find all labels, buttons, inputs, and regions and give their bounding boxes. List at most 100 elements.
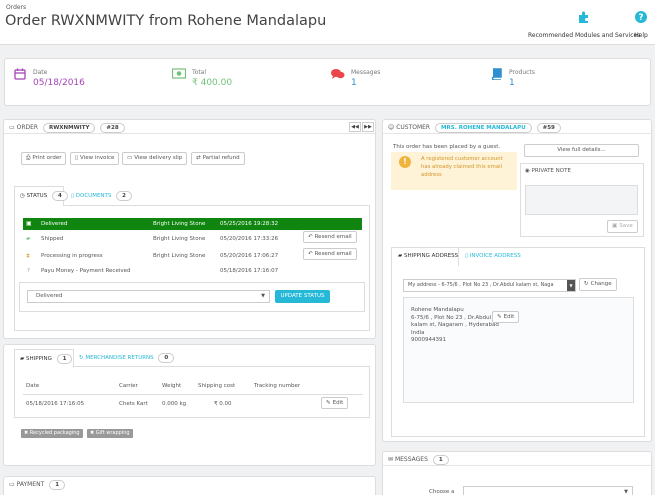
tab-shipping[interactable]: ▰ SHIPPING 1 [14,349,74,367]
tab-status-label: STATUS [26,193,48,199]
resend-email-button[interactable]: ↶ Resend email [303,248,357,260]
kpi-products-value[interactable]: 1 [509,78,515,88]
gift-wrapping-tag: ✖ Gift wrapping [87,429,133,438]
messages-panel-header: ✉ MESSAGES 1 [383,452,651,466]
partial-refund-button[interactable]: ⇄ Partial refund [191,152,245,165]
view-invoice-button[interactable]: ▯ View invoice [70,152,120,165]
kpi-bar: Date 05/18/2016 Total ₹ 400.00 Messages … [4,58,651,106]
file-icon: ▯ [71,193,75,199]
kpi-total-value: ₹ 400.00 [192,78,233,88]
address-line: India [411,329,425,336]
tab-merchandise-returns[interactable]: ↻ MERCHANDISE RETURNS 0 [79,353,175,363]
truck-icon: ▰ [20,356,25,362]
status-name: Payu Money - Payment Received [41,268,131,274]
order-panel-header: ▭ ORDER RWXNMWITY #28 [4,120,375,134]
column-shipping-cost: Shipping cost [198,383,236,389]
next-order-button[interactable]: ▶▶ [362,122,374,132]
page-title: Order RWXNMWITY from Rohene Mandalapu [5,13,327,29]
resend-email-label: Resend email [314,251,352,257]
edit-address-button[interactable]: ✎ Edit [492,311,520,323]
private-note-header: ◉ PRIVATE NOTE [525,168,571,174]
status-select-value: Delivered [36,293,63,299]
view-delivery-slip-button[interactable]: ▭ View delivery slip [122,152,188,165]
messages-panel: ✉ MESSAGES 1 Choose a ▼ [382,451,652,495]
tab-returns-label: MERCHANDISE RETURNS [85,355,154,361]
address-select[interactable]: My address - 6-75/6 , Plot No 23 , Dr.Ab… [403,279,576,292]
recommended-modules-label: Recommended Modules and Services [528,32,641,39]
payment-panel: ▭ PAYMENT 1 [3,476,376,495]
edit-shipping-button[interactable]: ✎ Edit [321,397,349,409]
private-note-textarea[interactable] [525,185,638,215]
reply-icon: ↶ [308,251,313,257]
breadcrumb[interactable]: Orders [6,4,26,11]
print-order-button[interactable]: ⎙ Print order [21,152,67,165]
customer-name-link[interactable]: MRS. ROHENE MANDALAPU [435,123,532,133]
order-heading: ORDER [16,124,39,131]
comments-icon [331,68,345,80]
warning-icon: ! [399,156,411,168]
status-employee: Bright Living Stone [153,236,206,242]
customer-heading: CUSTOMER [396,124,431,131]
truck-icon: ▰ [26,236,31,242]
resend-email-button[interactable]: ↶ Resend email [303,231,357,243]
tab-documents-count: 2 [116,191,132,201]
question-icon: ? [27,268,30,274]
predefined-message-select[interactable]: ▼ [463,486,633,495]
print-order-label: Print order [32,155,62,161]
choose-message-label: Choose a [429,489,455,495]
update-status-button[interactable]: UPDATE STATUS [275,290,330,303]
help-label: Help [634,32,648,39]
tab-shipping-label: SHIPPING [25,356,52,362]
status-row-delivered: ▣ Delivered Bright Living Stone 05/25/20… [23,218,362,230]
status-name: Processing in progress [41,253,103,259]
exchange-icon: ⇄ [196,155,201,161]
view-delivery-slip-label: View delivery slip [134,155,183,161]
shipping-panel: ▰ SHIPPING 1 ↻ MERCHANDISE RETURNS 0 Dat… [3,344,376,466]
recycled-packaging-tag: ✖ Recycled packaging [21,429,83,438]
table-divider [23,394,363,395]
forward-icon: ▶▶ [364,124,372,130]
calendar-icon [13,68,27,80]
refresh-icon: ↻ [584,281,589,287]
view-full-details-button[interactable]: View full details... [524,144,639,157]
kpi-total-label: Total [192,69,207,76]
partial-refund-label: Partial refund [202,155,240,161]
gift-wrapping-label: Gift wrapping [95,430,130,436]
recommended-modules-button[interactable]: Recommended Modules and Services [528,10,640,39]
change-address-button[interactable]: ↻ Change [579,278,617,291]
credit-card-icon: ▭ [9,124,15,131]
status-date: 05/25/2016 19:28:32 [220,221,279,227]
tab-documents[interactable]: ▯ DOCUMENTS 2 [71,191,132,201]
save-note-button[interactable]: ▣ Save [607,220,638,233]
caret-down-icon: ▼ [261,293,265,299]
tab-invoice-address[interactable]: ▯ INVOICE ADDRESS [465,253,521,259]
tab-documents-label: DOCUMENTS [75,193,112,199]
refresh-icon: ↻ [79,355,84,361]
private-note-panel: ◉ PRIVATE NOTE ▣ Save [520,163,644,237]
help-button[interactable]: ? Help [634,10,648,39]
kpi-messages-value[interactable]: 1 [351,78,357,88]
tab-shipping-address[interactable]: ▰ SHIPPING ADDRESS [393,248,459,266]
book-icon [489,68,503,81]
caret-down-icon: ▼ [567,280,575,291]
order-reference-badge: RWXNMWITY [43,123,96,133]
status-select[interactable]: Delivered ▼ [27,290,270,303]
tab-shipping-count: 1 [56,354,73,364]
kpi-messages-label: Messages [351,69,381,76]
shipping-date: 05/18/2016 17:16:05 [26,401,85,407]
money-icon [171,68,187,80]
envelope-icon: ✉ [388,456,394,463]
status-name: Delivered [41,221,68,227]
status-employee: Bright Living Stone [153,221,206,227]
pencil-icon: ✎ [497,314,502,320]
shipping-carrier: Chets Kart [119,401,148,407]
column-weight: Weight [162,383,182,389]
file-icon: ▯ [75,155,79,161]
address-line: Rohene Mandalapu [411,307,464,313]
status-name: Shipped [41,236,64,242]
shipping-tab-content: Date Carrier Weight Shipping cost Tracki… [14,366,370,418]
reply-icon: ↶ [308,234,313,240]
tab-status[interactable]: ◷ STATUS 4 [14,186,68,206]
address-card: Rohene Mandalapu 6-75/6 , Plot No 23 , D… [403,297,634,403]
previous-order-button[interactable]: ◀◀ [349,122,361,132]
